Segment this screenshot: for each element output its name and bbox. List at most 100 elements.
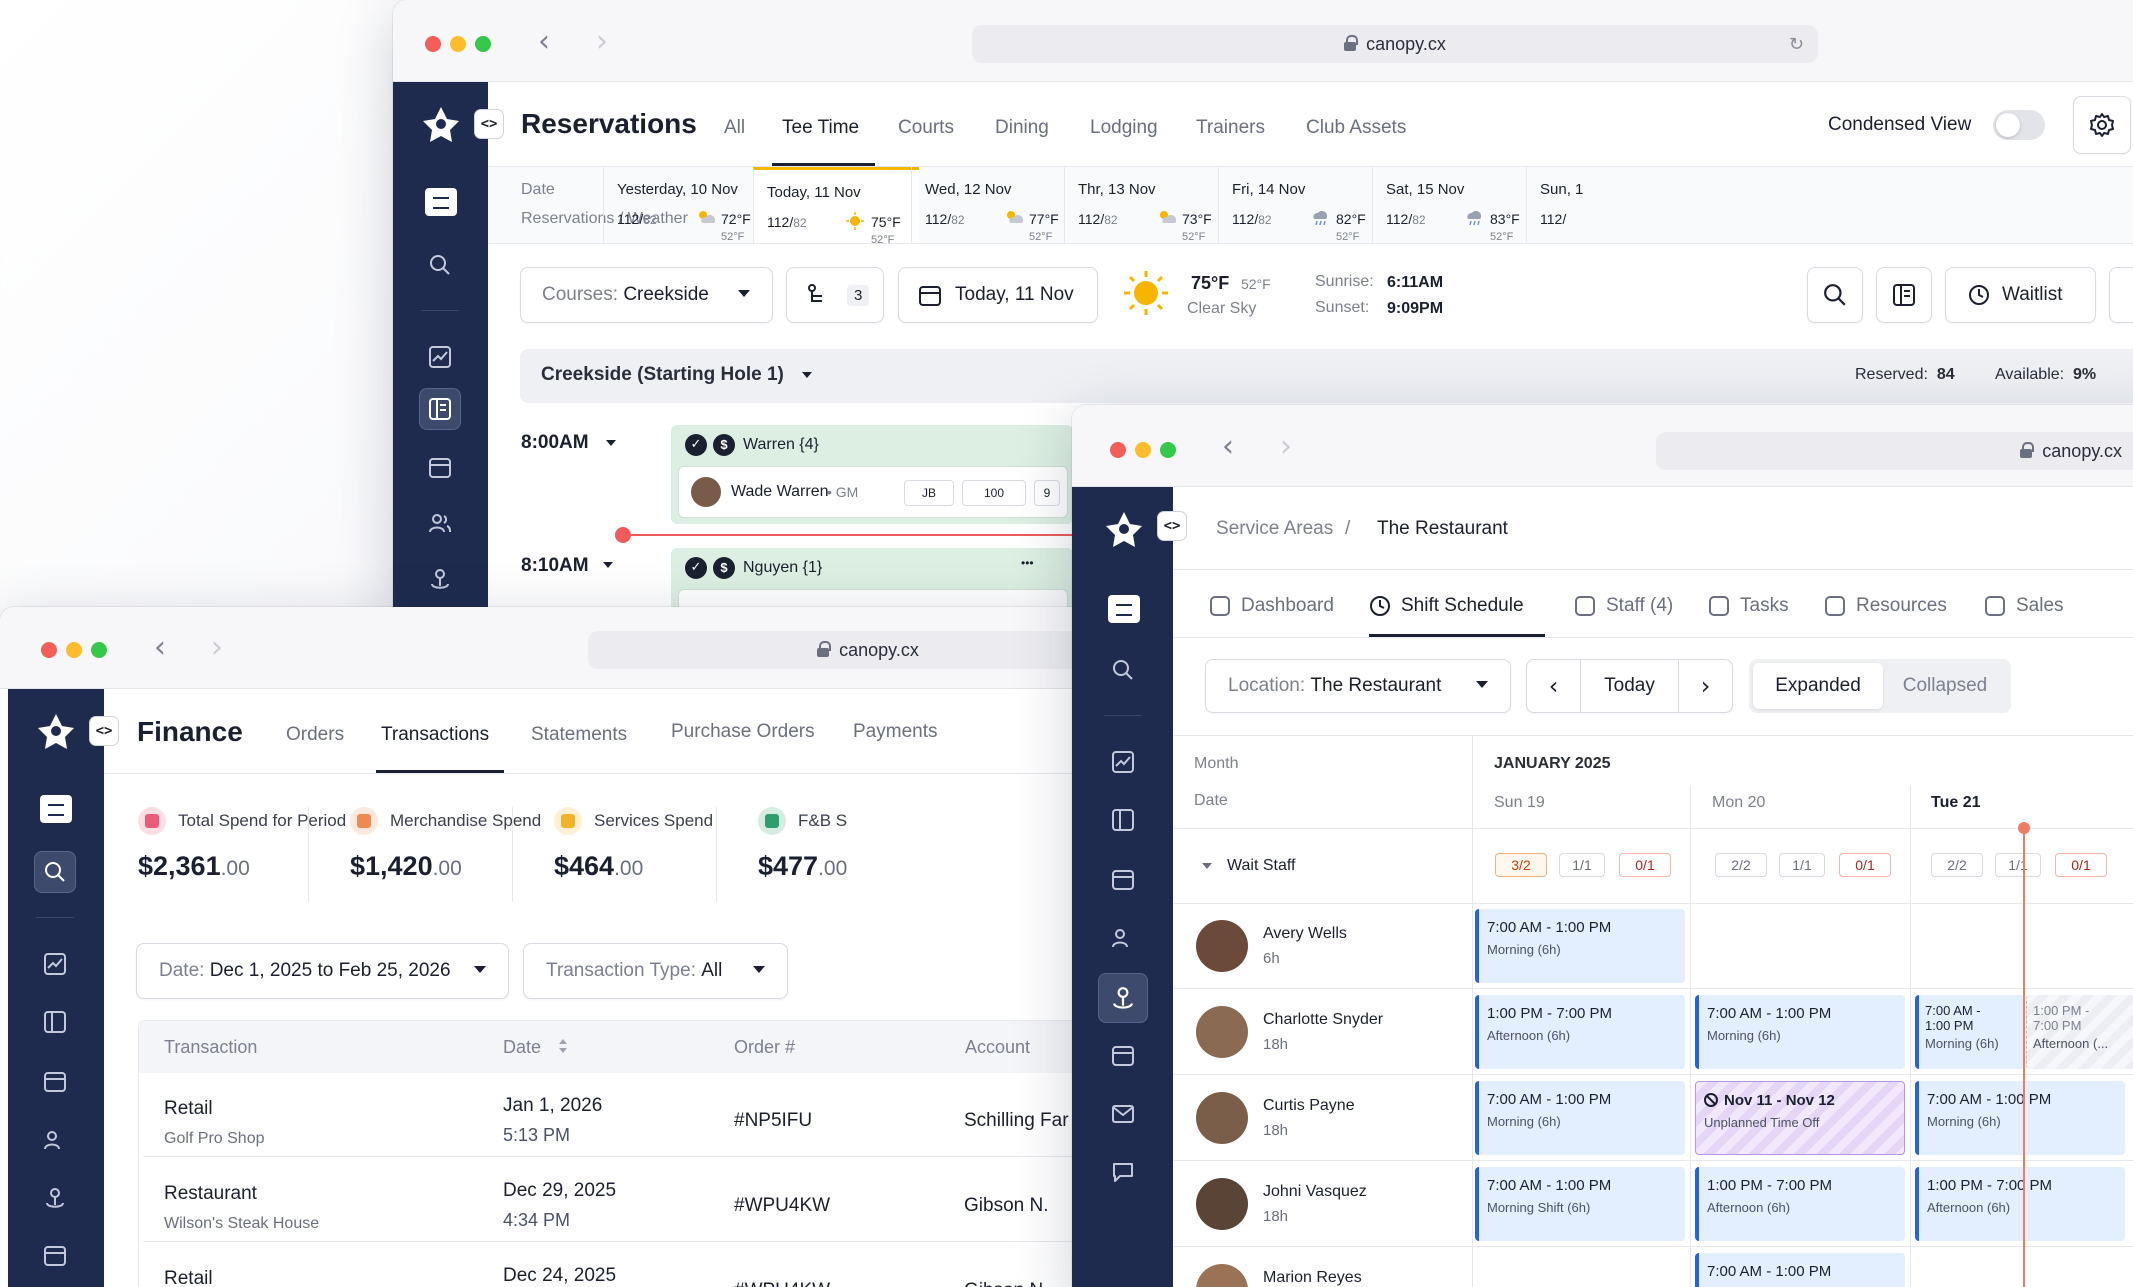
tab-statements[interactable]: Statements bbox=[531, 724, 627, 746]
users-icon[interactable] bbox=[1102, 917, 1144, 959]
today-button[interactable]: Today bbox=[1581, 675, 1678, 697]
back-icon[interactable]: ‹ bbox=[538, 24, 550, 59]
close-dot[interactable] bbox=[41, 642, 57, 658]
col-date[interactable]: Date bbox=[503, 1037, 541, 1058]
shift-card[interactable]: 7:00 AM - 1:00 PM Morning Shift (6h) bbox=[1475, 1167, 1685, 1241]
chart-icon[interactable] bbox=[419, 336, 461, 378]
next-icon[interactable]: › bbox=[1678, 660, 1732, 712]
book-icon[interactable] bbox=[34, 1001, 76, 1043]
player-row[interactable]: Wade Warren • GM JB 100 9 bbox=[678, 466, 1068, 518]
forward-icon[interactable]: › bbox=[211, 630, 223, 665]
tab-lodging[interactable]: Lodging bbox=[1090, 117, 1158, 139]
tab-sales[interactable]: Sales bbox=[1984, 595, 2064, 617]
group-wait-staff[interactable]: Wait Staff bbox=[1227, 857, 1295, 875]
date-picker-button[interactable]: Today, 11 Nov bbox=[898, 267, 1098, 323]
day-cell[interactable]: Sat, 15 Nov 112/82 83°F 52°F bbox=[1372, 167, 1526, 243]
search-button[interactable] bbox=[1807, 267, 1863, 323]
more-icon[interactable]: ••• bbox=[1021, 556, 1034, 570]
book-view-button[interactable] bbox=[1876, 267, 1932, 323]
close-dot[interactable] bbox=[1110, 442, 1126, 458]
table-row[interactable]: Retail Dec 24, 2025 #WPU4KW Gibson N. bbox=[143, 1247, 1086, 1287]
table-row[interactable]: Retail Golf Pro Shop Jan 1, 2026 5:13 PM #NP… bbox=[143, 1077, 1086, 1157]
tee-time-810[interactable]: 8:10AM bbox=[521, 555, 589, 577]
book-icon[interactable] bbox=[1102, 799, 1144, 841]
tab-trainers[interactable]: Trainers bbox=[1196, 117, 1265, 139]
col-transaction[interactable]: Transaction bbox=[164, 1037, 257, 1058]
prev-icon[interactable]: ‹ bbox=[1527, 660, 1581, 712]
shift-card[interactable]: 1:00 PM - 7:00 PM Afternoon (6h) bbox=[1475, 995, 1685, 1069]
close-dot[interactable] bbox=[425, 36, 441, 52]
more-button[interactable] bbox=[2109, 267, 2133, 323]
chart-icon[interactable] bbox=[1102, 741, 1144, 783]
golf-icon[interactable] bbox=[34, 1177, 76, 1219]
tab-tee-time[interactable]: Tee Time bbox=[782, 117, 859, 139]
users-icon[interactable] bbox=[419, 502, 461, 544]
calendar-icon[interactable] bbox=[1102, 858, 1144, 900]
shift-card[interactable]: 7:00 AM - 1:00 PM Morning (6h) bbox=[1475, 1081, 1685, 1155]
day-cell[interactable]: Sun, 1 112/ bbox=[1526, 167, 1686, 243]
location-select[interactable]: Location: The Restaurant bbox=[1205, 659, 1511, 713]
shift-card[interactable]: 7:00 AM - 1:00 PM Morning (6h) bbox=[1475, 909, 1685, 983]
search-icon[interactable] bbox=[419, 244, 461, 286]
shift-card[interactable]: 1:00 PM -7:00 PM Afternoon (... bbox=[2026, 995, 2133, 1069]
calendar-icon[interactable] bbox=[419, 446, 461, 488]
back-icon[interactable]: ‹ bbox=[154, 630, 166, 665]
reload-icon[interactable]: ↻ bbox=[1789, 34, 1804, 55]
maximize-dot[interactable] bbox=[1160, 442, 1176, 458]
tab-tasks[interactable]: Tasks bbox=[1708, 595, 1789, 617]
tee-group-warren[interactable]: ✓ $ Warren {4} Wade Warren • GM JB 100 9 bbox=[671, 425, 1073, 524]
chat-icon[interactable] bbox=[1102, 1151, 1144, 1193]
tab-all[interactable]: All bbox=[724, 117, 745, 139]
mail-icon[interactable] bbox=[1102, 1093, 1144, 1135]
waitlist-button[interactable]: Waitlist bbox=[1945, 267, 2096, 323]
maximize-dot[interactable] bbox=[475, 36, 491, 52]
breadcrumb-service-areas[interactable]: Service Areas bbox=[1216, 518, 1333, 540]
chevron-down-icon[interactable] bbox=[606, 440, 616, 446]
url-bar[interactable]: canopy.cx bbox=[588, 631, 1086, 669]
tab-dashboard[interactable]: Dashboard bbox=[1209, 595, 1334, 617]
courses-select[interactable]: Courses: Creekside bbox=[520, 267, 773, 323]
chart-icon[interactable] bbox=[34, 943, 76, 985]
url-bar[interactable]: canopy.cx ↻ bbox=[972, 25, 1818, 63]
chevron-down-icon[interactable] bbox=[603, 562, 613, 568]
calendar-icon[interactable] bbox=[34, 1060, 76, 1102]
shift-card[interactable]: 7:00 AM - 1:00 PM Morning (6h) bbox=[1915, 1081, 2125, 1155]
col-account[interactable]: Account bbox=[965, 1037, 1030, 1058]
tab-transactions[interactable]: Transactions bbox=[381, 724, 489, 746]
day-cell[interactable]: Yesterday, 10 Nov 112/82 72°F 52°F bbox=[603, 167, 758, 243]
day-cell[interactable]: Fri, 14 Nov 112/82 82°F 52°F bbox=[1218, 167, 1372, 243]
sidebar-toggle-icon[interactable]: <> bbox=[90, 717, 118, 745]
staff-row[interactable]: Marion Reyes bbox=[1173, 1247, 2133, 1287]
chevron-down-icon[interactable] bbox=[1202, 863, 1212, 869]
tab-payments[interactable]: Payments bbox=[853, 721, 937, 743]
shift-card[interactable]: 7:00 AM -1:00 PM Morning (6h) bbox=[1915, 995, 2025, 1069]
minimize-dot[interactable] bbox=[1135, 442, 1151, 458]
search-icon[interactable] bbox=[34, 851, 76, 893]
day-cell[interactable]: Thr, 13 Nov 112/82 73°F 52°F bbox=[1064, 167, 1218, 243]
tab-staff-4[interactable]: Staff (4) bbox=[1574, 595, 1673, 617]
tab-courts[interactable]: Courts bbox=[898, 117, 954, 139]
tab-orders[interactable]: Orders bbox=[286, 724, 344, 746]
shift-card[interactable]: Nov 11 - Nov 12 Unplanned Time Off bbox=[1695, 1081, 1905, 1155]
users-icon[interactable] bbox=[34, 1119, 76, 1161]
forward-icon[interactable]: › bbox=[596, 24, 608, 59]
golf-icon[interactable] bbox=[1098, 973, 1148, 1023]
settings-button[interactable] bbox=[2073, 96, 2131, 154]
minimize-dot[interactable] bbox=[66, 642, 82, 658]
tab-shift-schedule[interactable]: Shift Schedule bbox=[1369, 595, 1524, 617]
maximize-dot[interactable] bbox=[91, 642, 107, 658]
search-icon[interactable] bbox=[1102, 649, 1144, 691]
routes-button[interactable]: 3 bbox=[786, 267, 884, 323]
expanded-button[interactable]: Expanded bbox=[1753, 663, 1883, 709]
minimize-dot[interactable] bbox=[450, 36, 466, 52]
shift-card[interactable]: 7:00 AM - 1:00 PM bbox=[1695, 1253, 1905, 1287]
archive-icon[interactable] bbox=[1102, 1035, 1144, 1077]
tab-club-assets[interactable]: Club Assets bbox=[1306, 117, 1406, 139]
col-order[interactable]: Order # bbox=[734, 1037, 795, 1058]
sort-icon[interactable] bbox=[558, 1038, 568, 1054]
sidebar-toggle-icon[interactable]: <> bbox=[1158, 512, 1186, 540]
day-cell[interactable]: Today, 11 Nov 112/82 75°F 52°F bbox=[753, 167, 919, 246]
day-cell[interactable]: Wed, 12 Nov 112/82 77°F 52°F bbox=[911, 167, 1065, 243]
collapsed-button[interactable]: Collapsed bbox=[1883, 663, 2007, 709]
back-icon[interactable]: ‹ bbox=[1222, 429, 1234, 464]
